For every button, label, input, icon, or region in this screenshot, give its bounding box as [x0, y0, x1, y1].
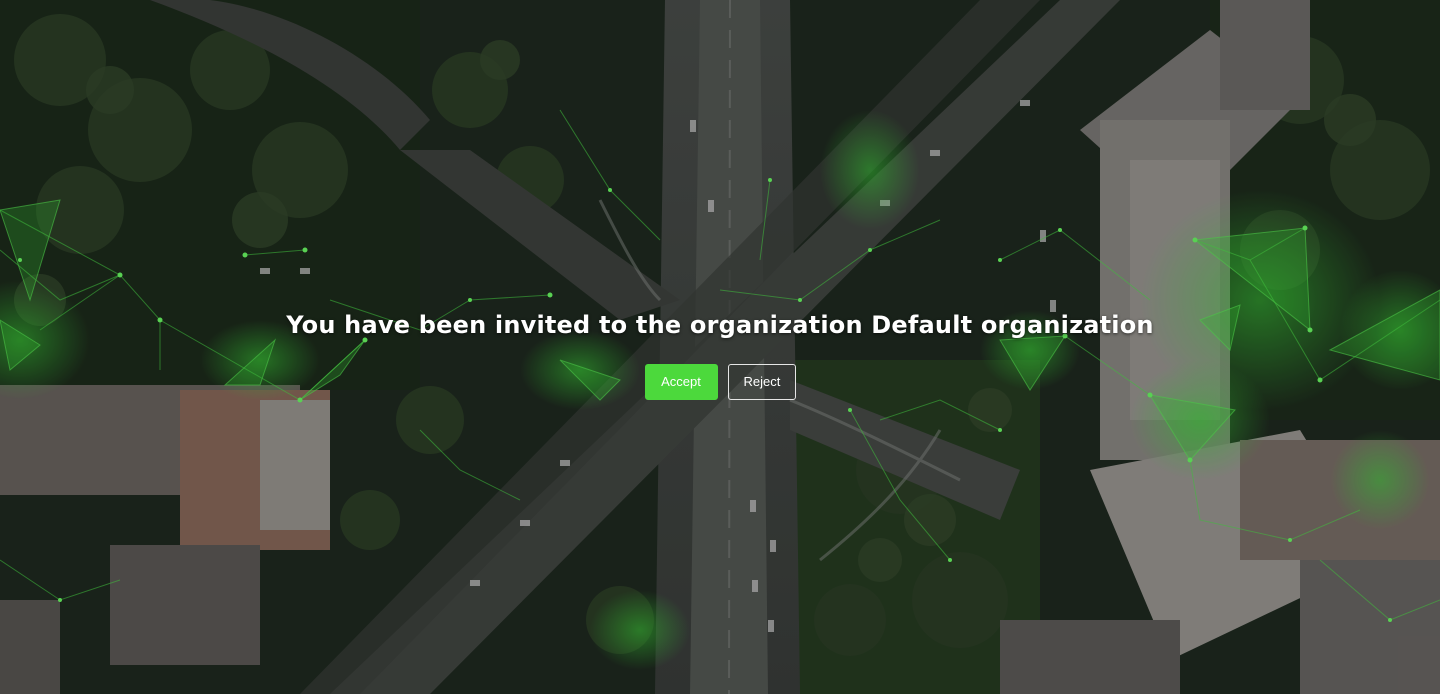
invitation-title: You have been invited to the organizatio…: [286, 311, 1154, 339]
invitation-panel: You have been invited to the organizatio…: [0, 306, 1440, 400]
reject-button[interactable]: Reject: [727, 364, 796, 400]
invitation-actions: Accept Reject: [0, 364, 1440, 400]
accept-button[interactable]: Accept: [644, 364, 718, 400]
invitation-page: You have been invited to the organizatio…: [0, 0, 1440, 694]
